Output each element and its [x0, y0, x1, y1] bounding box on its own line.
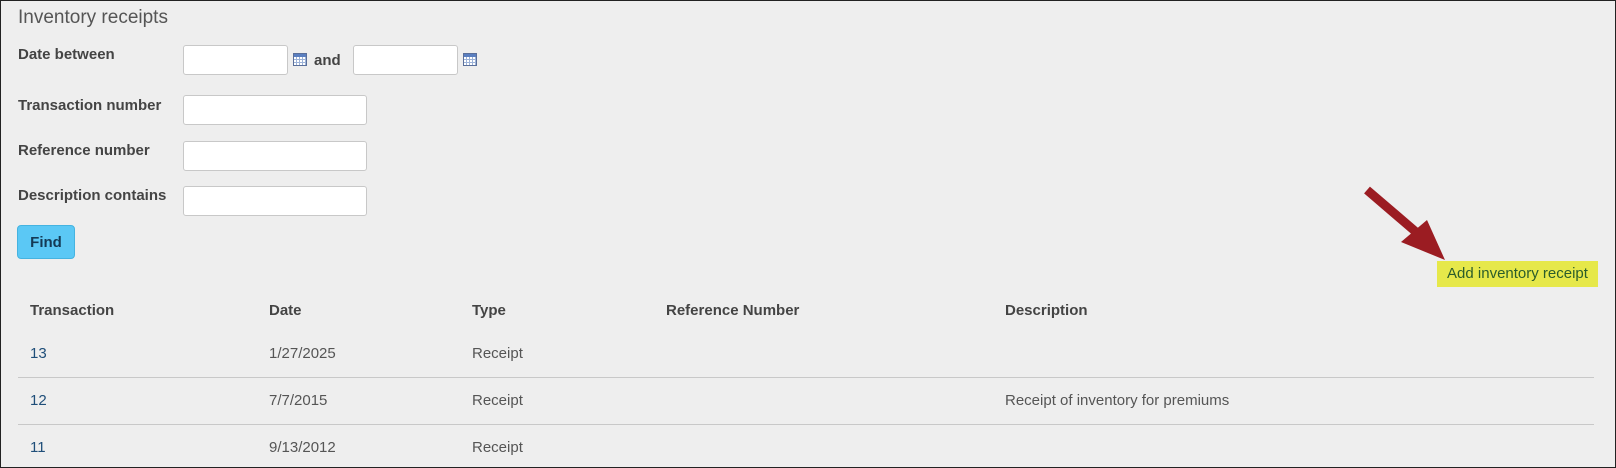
and-label: and [314, 52, 341, 69]
row-description: Receipt of inventory for premiums [1005, 392, 1230, 409]
date-between-label: Date between [18, 46, 115, 63]
table-header: Transaction Date Type Reference Number D… [18, 291, 1594, 331]
table-row: 13 1/27/2025 Receipt [18, 331, 1594, 378]
inventory-receipts-page: Inventory receipts Date between and Tran… [0, 0, 1616, 468]
row-type: Receipt [472, 392, 523, 409]
date-from-input[interactable] [183, 45, 288, 75]
calendar-icon[interactable] [463, 53, 477, 66]
table-row: 11 9/13/2012 Receipt [18, 425, 1594, 467]
transaction-link[interactable]: 11 [30, 439, 46, 456]
reference-number-input[interactable] [183, 141, 367, 171]
receipts-table: Transaction Date Type Reference Number D… [18, 291, 1594, 467]
column-header-date[interactable]: Date [269, 302, 302, 319]
date-to-input[interactable] [353, 45, 458, 75]
transaction-link[interactable]: 12 [30, 392, 47, 409]
description-contains-label: Description contains [18, 187, 167, 204]
column-header-transaction[interactable]: Transaction [30, 302, 114, 319]
column-header-description[interactable]: Description [1005, 302, 1088, 319]
add-inventory-receipt-link[interactable]: Add inventory receipt [1437, 261, 1598, 287]
calendar-icon[interactable] [293, 53, 307, 66]
row-date: 7/7/2015 [269, 392, 328, 409]
find-button[interactable]: Find [17, 225, 75, 259]
row-type: Receipt [472, 345, 523, 362]
table-row: 12 7/7/2015 Receipt Receipt of inventory… [18, 378, 1594, 425]
transaction-link[interactable]: 13 [30, 345, 47, 362]
transaction-number-label: Transaction number [18, 97, 162, 114]
arrow-icon [1364, 186, 1445, 260]
reference-number-label: Reference number [18, 142, 150, 159]
transaction-number-input[interactable] [183, 95, 367, 125]
row-type: Receipt [472, 439, 523, 456]
description-contains-input[interactable] [183, 186, 367, 216]
row-date: 1/27/2025 [269, 345, 336, 362]
page-title: Inventory receipts [18, 7, 168, 28]
column-header-reference-number[interactable]: Reference Number [666, 302, 799, 319]
column-header-type[interactable]: Type [472, 302, 506, 319]
row-date: 9/13/2012 [269, 439, 336, 456]
